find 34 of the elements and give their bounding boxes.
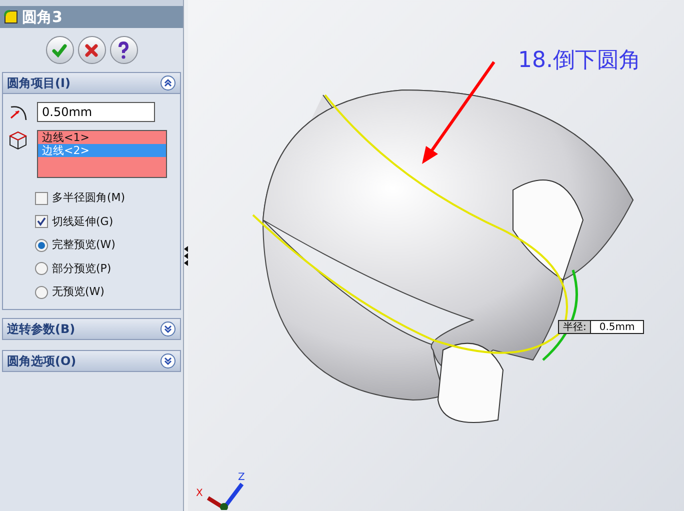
section-title: 圆角选项(O): [7, 352, 76, 370]
checkbox-label: 切线延伸(G): [52, 214, 114, 230]
axis-label: Z: [238, 471, 245, 485]
radio-button[interactable]: [35, 286, 48, 299]
collapse-toggle-icon[interactable]: [160, 75, 176, 91]
collapse-toggle-icon[interactable]: [160, 352, 176, 368]
radius-field[interactable]: 0.50mm: [37, 102, 155, 122]
radio-button[interactable]: [35, 262, 48, 276]
fillet-feature-icon: [4, 10, 18, 24]
collapse-toggle-icon[interactable]: [160, 320, 176, 336]
section-header[interactable]: 圆角项目(I): [2, 72, 181, 94]
cube-icon: [7, 130, 29, 150]
checkmark-icon: [37, 217, 46, 226]
help-button[interactable]: [110, 36, 138, 64]
axis-label: X: [196, 487, 203, 501]
cancel-button[interactable]: [78, 36, 106, 64]
dimension-label: 半径:: [562, 320, 588, 334]
radio-label: 部分预览(P): [52, 260, 112, 276]
radio-label: 完整预览(W): [52, 237, 116, 253]
radio-label: 无预览(W): [52, 284, 104, 300]
splitter-handle-icon[interactable]: [184, 244, 188, 266]
section-title: 圆角项目(I): [7, 75, 70, 92]
checkbox[interactable]: [35, 192, 48, 205]
edge-list-item[interactable]: 边线<1>: [38, 131, 166, 144]
dimension-value[interactable]: 0.5mm: [590, 321, 643, 333]
checkbox-label: 多半径圆角(M): [52, 190, 126, 206]
checkbox[interactable]: [35, 215, 48, 228]
radio-button[interactable]: [35, 238, 48, 252]
section-title: 逆转参数(B): [7, 320, 76, 338]
panel-title: 圆角3: [22, 6, 62, 28]
section-header[interactable]: 圆角选项(O): [2, 350, 181, 372]
section-header[interactable]: 逆转参数(B): [2, 318, 181, 340]
annotation-label: 18.倒下圆角: [518, 47, 641, 75]
ok-button[interactable]: [46, 36, 74, 64]
